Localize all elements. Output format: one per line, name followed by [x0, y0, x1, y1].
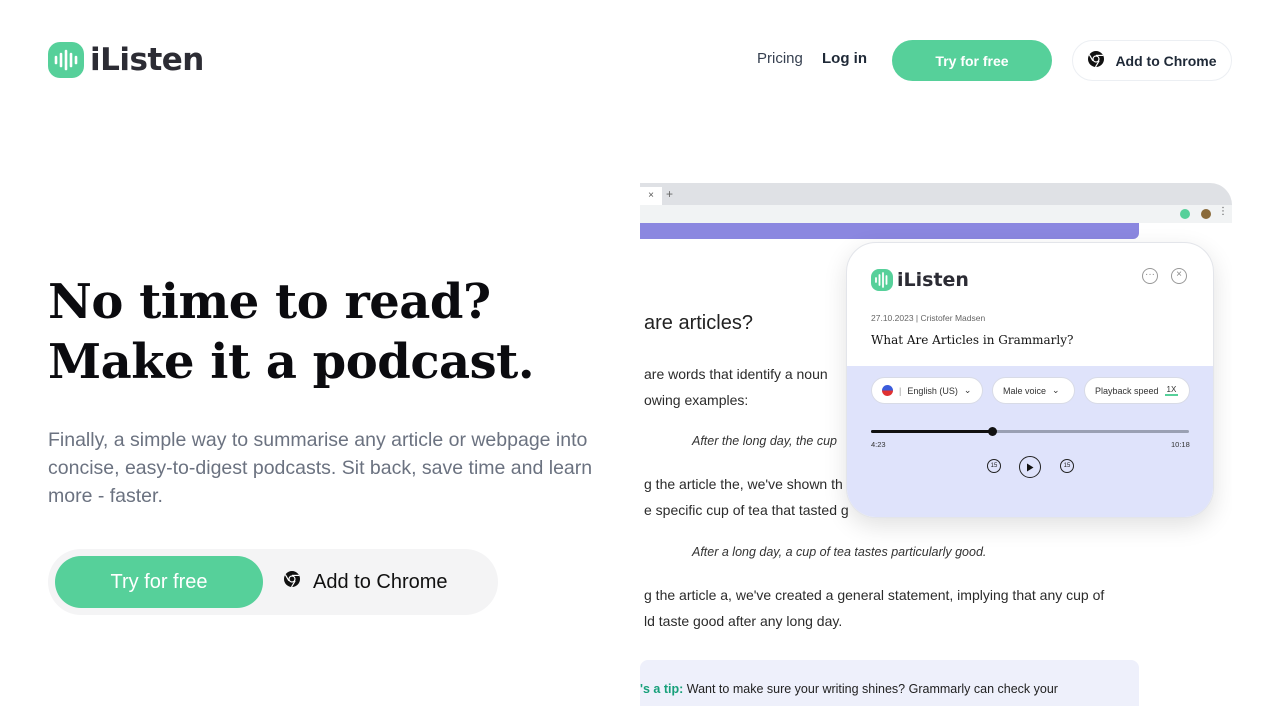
hero-try-free-button[interactable]: Try for free: [55, 556, 263, 608]
brand-logo[interactable]: iListen: [48, 42, 204, 78]
nav-pricing-link[interactable]: Pricing: [757, 50, 803, 67]
nav-add-to-chrome-button[interactable]: Add to Chrome: [1072, 40, 1232, 81]
language-select[interactable]: | English (US) ⌄: [871, 377, 983, 404]
hero-title-line-2: Make it a podcast.: [48, 334, 535, 390]
product-screenshot: × + ⋮ are articles? are words that ident…: [640, 183, 1232, 706]
chrome-icon: [1087, 50, 1105, 71]
browser-menu-icon: ⋮: [1218, 206, 1228, 217]
browser-tab-bar: × +: [640, 183, 1232, 205]
article-meta: 27.10.2023 | Cristofer Madsen: [871, 313, 986, 323]
player-brand: iListen: [871, 269, 969, 291]
article-heading: are articles?: [644, 312, 753, 334]
hero-title: No time to read? Make it a podcast.: [48, 272, 535, 392]
speed-label: Playback speed: [1095, 385, 1159, 396]
brand-name: iListen: [90, 42, 204, 78]
tip-label: 's a tip:: [640, 682, 684, 696]
chevron-down-icon: ⌄: [963, 385, 972, 395]
language-value: English (US): [907, 385, 958, 396]
skip-back-label: 15: [990, 463, 998, 469]
more-options-icon[interactable]: ···: [1142, 268, 1158, 284]
tip-body: Want to make sure your writing shines? G…: [686, 682, 1058, 696]
add-to-chrome-label: Add to Chrome: [1115, 52, 1217, 69]
hero-add-to-chrome-button[interactable]: Add to Chrome: [283, 556, 483, 608]
hero-subtitle: Finally, a simple way to summarise any a…: [48, 429, 593, 507]
add-to-chrome-label: Add to Chrome: [313, 570, 448, 593]
article-paragraph: g the article the, we've shown th: [644, 476, 843, 492]
hero-title-line-1: No time to read?: [48, 274, 491, 330]
playback-speed-control[interactable]: Playback speed 1X: [1084, 377, 1190, 404]
us-flag-icon: [882, 385, 893, 396]
chrome-icon: [283, 570, 301, 594]
ilisten-player-popup: iListen ··· × 27.10.2023 | Cristofer Mad…: [846, 242, 1214, 518]
progress-fill: [871, 430, 992, 433]
total-time: 10:18: [1171, 440, 1190, 449]
progress-bar[interactable]: [871, 427, 1189, 436]
browser-url-bar: ⋮: [640, 205, 1232, 223]
skip-back-button[interactable]: 15: [987, 459, 1001, 473]
browser-tab-close-icon: ×: [640, 187, 662, 205]
skip-forward-button[interactable]: 15: [1060, 459, 1074, 473]
nav-login-link[interactable]: Log in: [822, 50, 867, 67]
article-paragraph: g the article a, we've created a general…: [644, 587, 1105, 603]
article-title: What Are Articles in Grammarly?: [871, 333, 1074, 347]
browser-new-tab-icon: +: [666, 187, 674, 201]
soundwave-icon: [48, 42, 84, 78]
player-brand-name: iListen: [897, 269, 969, 291]
player-controls: | English (US) ⌄ Male voice ⌄ Playback s…: [847, 366, 1213, 517]
article-paragraph: ld taste good after any long day.: [644, 613, 843, 629]
voice-value: Male voice: [1003, 385, 1047, 396]
current-time: 4:23: [871, 440, 886, 449]
profile-avatar-icon: [1201, 209, 1211, 219]
article-example: After a long day, a cup of tea tastes pa…: [692, 545, 987, 559]
tip-text: 's a tip: Want to make sure your writing…: [640, 682, 1058, 696]
extension-icon: [1180, 209, 1190, 219]
chevron-down-icon: ⌄: [1052, 385, 1060, 395]
article-paragraph: owing examples:: [644, 392, 749, 408]
page-banner: [640, 223, 1139, 239]
speed-value: 1X: [1164, 385, 1179, 396]
article-paragraph: e specific cup of tea that tasted g: [644, 502, 849, 518]
voice-select[interactable]: Male voice ⌄: [992, 377, 1075, 404]
hero-cta-group: Try for free Add to Chrome: [48, 549, 498, 615]
article-example: After the long day, the cup: [692, 434, 838, 448]
progress-handle[interactable]: [987, 427, 997, 436]
divider: |: [899, 385, 902, 396]
nav-try-free-button[interactable]: Try for free: [892, 40, 1052, 81]
soundwave-icon: [871, 269, 893, 291]
top-navigation: iListen Pricing Log in Try for free Add …: [0, 0, 1280, 120]
play-button[interactable]: [1019, 456, 1041, 478]
skip-forward-label: 15: [1063, 463, 1071, 469]
article-paragraph: are words that identify a noun: [644, 366, 828, 382]
play-icon: [1027, 463, 1034, 471]
close-icon[interactable]: ×: [1171, 268, 1187, 284]
